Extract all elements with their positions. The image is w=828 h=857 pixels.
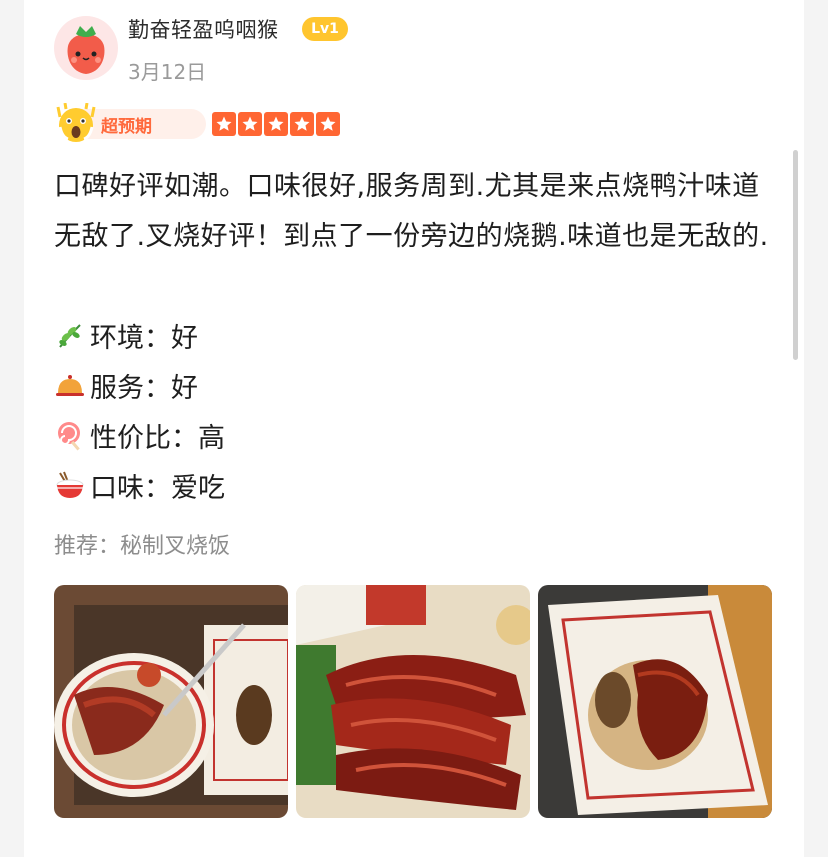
attribute-value: 好 (171, 322, 198, 354)
strawberry-icon (67, 26, 105, 74)
star-icon (212, 112, 236, 136)
attribute-label: 性价比： (90, 422, 198, 454)
star-icon (290, 112, 314, 136)
attribute-value-for-money: 性价比： 高 (54, 410, 225, 460)
attribute-value: 爱吃 (171, 472, 225, 504)
star-icon (264, 112, 288, 136)
rating-row: 超预期 (54, 103, 354, 143)
attribute-environment: 环境： 好 (54, 310, 198, 360)
star-icon (316, 112, 340, 136)
review-body: 口碑好评如潮。口味很好,服务周到.尤其是来点烧鸭汁味道无敌了.叉烧好评！到点了一… (54, 171, 769, 252)
review-photo[interactable] (538, 585, 772, 818)
photo-bbq-pork-rice-plate (54, 585, 288, 818)
scrollbar-thumb[interactable] (793, 150, 798, 360)
star-icon (238, 112, 262, 136)
review-photo[interactable] (296, 585, 530, 818)
review-text: 口碑好评如潮。口味很好,服务周到.尤其是来点烧鸭汁味道无敌了.叉烧好评！到点了一… (54, 162, 782, 262)
lollipop-icon (58, 422, 80, 451)
review-photo[interactable] (54, 585, 288, 818)
attribute-value: 好 (171, 372, 198, 404)
attribute-label: 环境： (90, 322, 171, 354)
level-badge: Lv1 (302, 17, 348, 41)
review-card: 勤奋轻盈呜咽猴 Lv1 3月12日 超预期 口碑好评如潮。口味很好,服务周到.尤… (24, 0, 804, 857)
user-avatar[interactable] (54, 16, 118, 80)
rice-bowl-icon (56, 471, 84, 498)
attribute-taste: 口味： 爱吃 (54, 460, 225, 510)
herb-icon (59, 324, 81, 348)
recommended-dish[interactable]: 推荐：秘制叉烧饭 (54, 528, 230, 560)
attribute-label: 口味： (90, 472, 171, 504)
service-bell-icon (56, 375, 84, 396)
photo-roast-goose (538, 585, 772, 818)
attribute-label: 服务： (90, 372, 171, 404)
attribute-service: 服务： 好 (54, 360, 198, 410)
photo-bbq-pork-closeup (296, 585, 530, 818)
star-rating (212, 112, 340, 136)
shocked-face-icon (56, 103, 96, 142)
attribute-value: 高 (198, 422, 225, 454)
review-date: 3月12日 (128, 60, 207, 84)
tag-label: 超预期 (101, 117, 152, 137)
username[interactable]: 勤奋轻盈呜咽猴 (128, 14, 279, 44)
